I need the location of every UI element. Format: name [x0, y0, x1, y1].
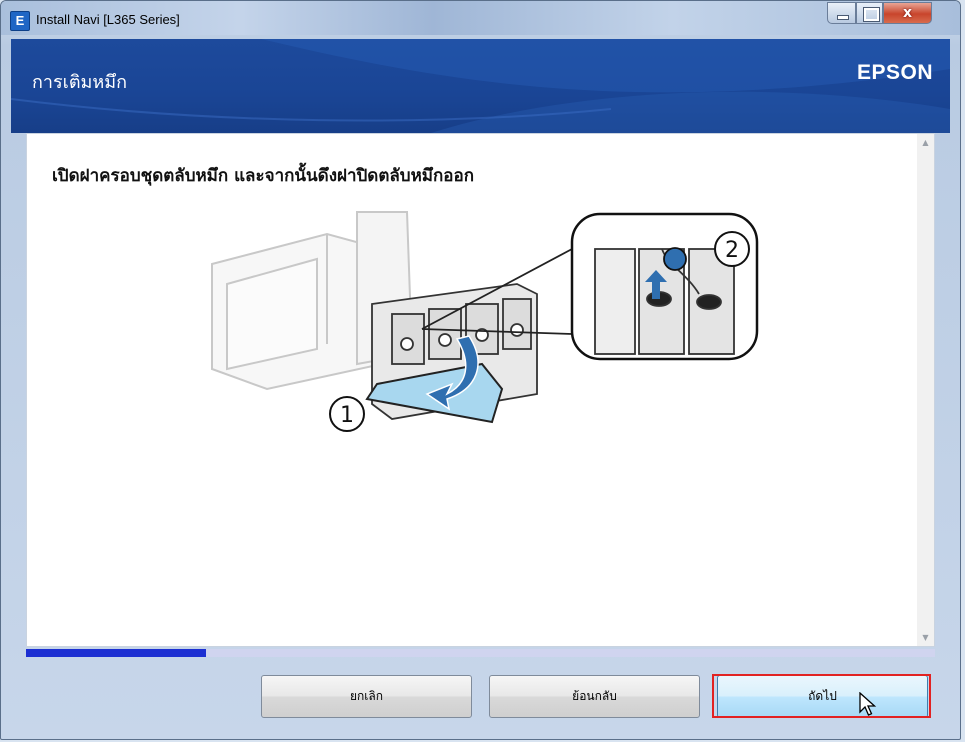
mouse-cursor-icon	[859, 692, 877, 716]
vertical-scrollbar[interactable]: ▲ ▼	[917, 134, 934, 646]
instruction-text: เปิดฝาครอบชุดตลับหมึก และจากนั้นดึงฝาปิด…	[52, 166, 474, 186]
progress-fill	[26, 649, 206, 657]
close-button[interactable]: x	[883, 2, 932, 24]
progress-bar	[26, 649, 935, 657]
app-icon: E	[10, 11, 30, 31]
step-2-label: 2	[725, 238, 739, 263]
window-title: Install Navi [L365 Series]	[36, 12, 180, 27]
page-header: การเติมหมึก EPSON	[11, 39, 950, 133]
epson-logo: EPSON	[856, 61, 933, 84]
step-1-label: 1	[340, 403, 354, 428]
minimize-icon	[828, 3, 855, 23]
cancel-button[interactable]: ยกเลิก	[261, 675, 472, 718]
zoomed-tank-drawing	[594, 248, 735, 355]
installer-window: E Install Navi [L365 Series] x การเติมหม…	[0, 0, 961, 740]
maximize-icon	[857, 3, 882, 23]
ink-tank-illustration: 1 2	[211, 211, 759, 432]
back-button[interactable]: ย้อนกลับ	[489, 675, 700, 718]
page-title: การเติมหมึก	[32, 72, 128, 93]
scroll-up-arrow-icon[interactable]: ▲	[917, 134, 934, 151]
content-panel: เปิดฝาครอบชุดตลับหมึก และจากนั้นดึงฝาปิด…	[26, 133, 935, 647]
maximize-button[interactable]	[856, 2, 883, 24]
scroll-down-arrow-icon[interactable]: ▼	[917, 629, 934, 646]
title-bar[interactable]: E Install Navi [L365 Series] x	[1, 1, 960, 35]
next-button[interactable]: ถัดไป	[717, 675, 928, 718]
header-swoosh-decoration	[11, 39, 950, 133]
minimize-button[interactable]	[827, 2, 856, 24]
ink-cap	[663, 247, 687, 271]
close-icon: x	[902, 5, 913, 21]
